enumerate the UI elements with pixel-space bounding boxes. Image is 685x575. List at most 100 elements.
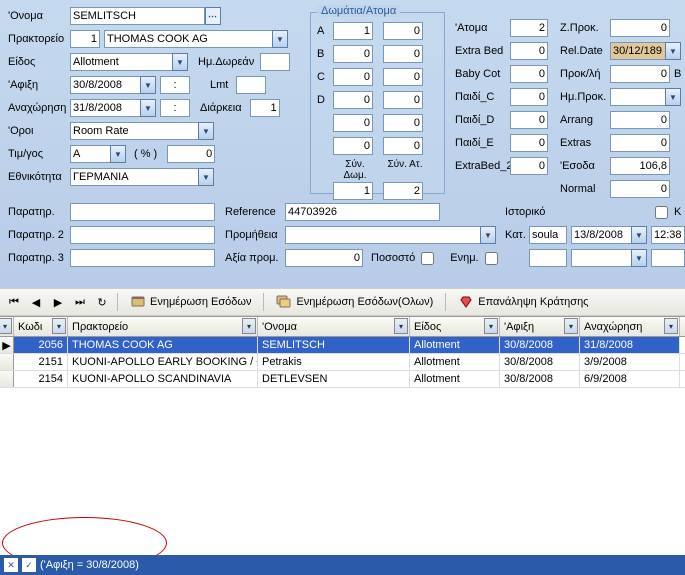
nav-last-icon[interactable]: ⏭ [70,292,90,312]
aksia-prom-input[interactable] [285,249,363,267]
kodi-filter-dd[interactable]: ▾ [52,318,66,334]
B1[interactable] [333,45,373,63]
oroi-input[interactable] [70,122,198,140]
babycot-input[interactable] [510,65,548,83]
row-header-corner[interactable]: ▾ [0,317,14,336]
kat2-date[interactable] [571,249,631,267]
hmprok-input[interactable] [610,88,665,106]
table-row[interactable]: 2151KUONI-APOLLO EARLY BOOKING / OPetrak… [0,354,685,371]
anaxorisi-date[interactable] [70,99,140,117]
promitheia-dd[interactable]: ▼ [480,226,496,244]
ethnikotita-dd[interactable]: ▼ [198,168,214,186]
col-onoma[interactable]: 'Ονομα▾ [258,317,410,336]
anaxorisi-dd[interactable]: ▼ [140,99,156,117]
extrabed-input[interactable] [510,42,548,60]
praktoreio-code[interactable] [70,30,100,48]
col-anaxorisi[interactable]: Αναχώρηση▾ [580,317,680,336]
diarkeia-input[interactable] [250,99,280,117]
col-praktoreio[interactable]: Πρακτορείο▾ [68,317,258,336]
paratir-input[interactable] [70,203,215,221]
btn-epanal-kratisis[interactable]: Επανάληψη Κράτησης [451,291,595,313]
normal-input[interactable] [610,180,670,198]
col-kodi[interactable]: Κωδι▾ [14,317,68,336]
praktoreio-filter-dd[interactable]: ▾ [242,318,256,334]
anaxorisi-time[interactable] [160,99,190,117]
A2[interactable] [383,22,423,40]
paidie-input[interactable] [510,134,548,152]
corner-dd[interactable]: ▾ [0,318,12,334]
istoriko-chk[interactable] [655,206,668,219]
kat2-date-dd[interactable]: ▼ [631,249,647,267]
hmdorean-input[interactable] [260,53,290,71]
praktoreio-dd[interactable]: ▼ [272,30,288,48]
E2[interactable] [383,114,423,132]
syndom[interactable] [333,182,373,200]
paratir2-input[interactable] [70,226,215,244]
onoma-lookup[interactable]: ⋯ [205,7,221,25]
D1[interactable] [333,91,373,109]
F1[interactable] [333,137,373,155]
enim-chk[interactable] [485,252,498,265]
E1[interactable] [333,114,373,132]
paidic-input[interactable] [510,88,548,106]
kat-date-dd[interactable]: ▼ [631,226,647,244]
onoma-input[interactable] [70,7,205,25]
reldate-dd[interactable]: ▼ [665,42,681,60]
eidos-input[interactable] [70,53,172,71]
col-afiksi[interactable]: 'Αφιξη▾ [500,317,580,336]
arrang-input[interactable] [610,111,670,129]
prokli-input[interactable] [610,65,670,83]
oroi-dd[interactable]: ▼ [198,122,214,140]
pct-input[interactable] [167,145,215,163]
promitheia-input[interactable] [285,226,480,244]
lbl-praktoreio: Πρακτορείο [8,33,70,45]
paidid-input[interactable] [510,111,548,129]
afiksi-date[interactable] [70,76,140,94]
anaxorisi-filter-dd[interactable]: ▾ [664,318,678,334]
F2[interactable] [383,137,423,155]
kat-time[interactable] [651,226,685,244]
afiksi-filter-dd[interactable]: ▾ [564,318,578,334]
A1[interactable] [333,22,373,40]
reldate-input[interactable] [610,42,665,60]
afiksi-time[interactable] [160,76,190,94]
kat2-time[interactable] [651,249,685,267]
extras-input[interactable] [610,134,670,152]
lmt-input[interactable] [236,76,266,94]
atoma-input[interactable] [510,19,548,37]
btn-enim-esodon-olon[interactable]: Ενημέρωση Εσόδων(Ολων) [269,291,440,313]
afiksi-dd[interactable]: ▼ [140,76,156,94]
nav-first-icon[interactable]: ⏮ [4,292,24,312]
timgos-input[interactable] [70,145,110,163]
esoda-input[interactable] [610,157,670,175]
nav-next-icon[interactable]: ▶ [48,292,68,312]
zprok-input[interactable] [610,19,670,37]
onoma-filter-dd[interactable]: ▾ [394,318,408,334]
table-row[interactable]: ▶2056THOMAS COOK AGSEMLITSCHAllotment30/… [0,337,685,354]
eidos-filter-dd[interactable]: ▾ [484,318,498,334]
table-row[interactable]: 2154KUONI-APOLLO SCANDINAVIADETLEVSENAll… [0,371,685,388]
eidos-dd[interactable]: ▼ [172,53,188,71]
synat[interactable] [383,182,423,200]
filter-active-icon[interactable]: ✓ [22,558,36,572]
kat-date[interactable] [571,226,631,244]
C2[interactable] [383,68,423,86]
pososto-chk[interactable] [421,252,434,265]
hmprok-dd[interactable]: ▼ [665,88,681,106]
C1[interactable] [333,68,373,86]
col-eidos[interactable]: Είδος▾ [410,317,500,336]
kat2-input[interactable] [529,249,567,267]
extrabed2-input[interactable] [510,157,548,175]
btn-enim-esodon[interactable]: Ενημέρωση Εσόδων [123,291,258,313]
B2[interactable] [383,45,423,63]
nav-prev-icon[interactable]: ◀ [26,292,46,312]
praktoreio-name[interactable] [104,30,272,48]
refresh-icon[interactable]: ↻ [92,292,112,312]
filter-clear-icon[interactable]: ✕ [4,558,18,572]
ethnikotita-input[interactable] [70,168,198,186]
timgos-dd[interactable]: ▼ [110,145,126,163]
kat-input[interactable] [529,226,567,244]
paratir3-input[interactable] [70,249,215,267]
D2[interactable] [383,91,423,109]
reservations-grid[interactable]: ▾ Κωδι▾ Πρακτορείο▾ 'Ονομα▾ Είδος▾ 'Αφιξ… [0,316,685,388]
